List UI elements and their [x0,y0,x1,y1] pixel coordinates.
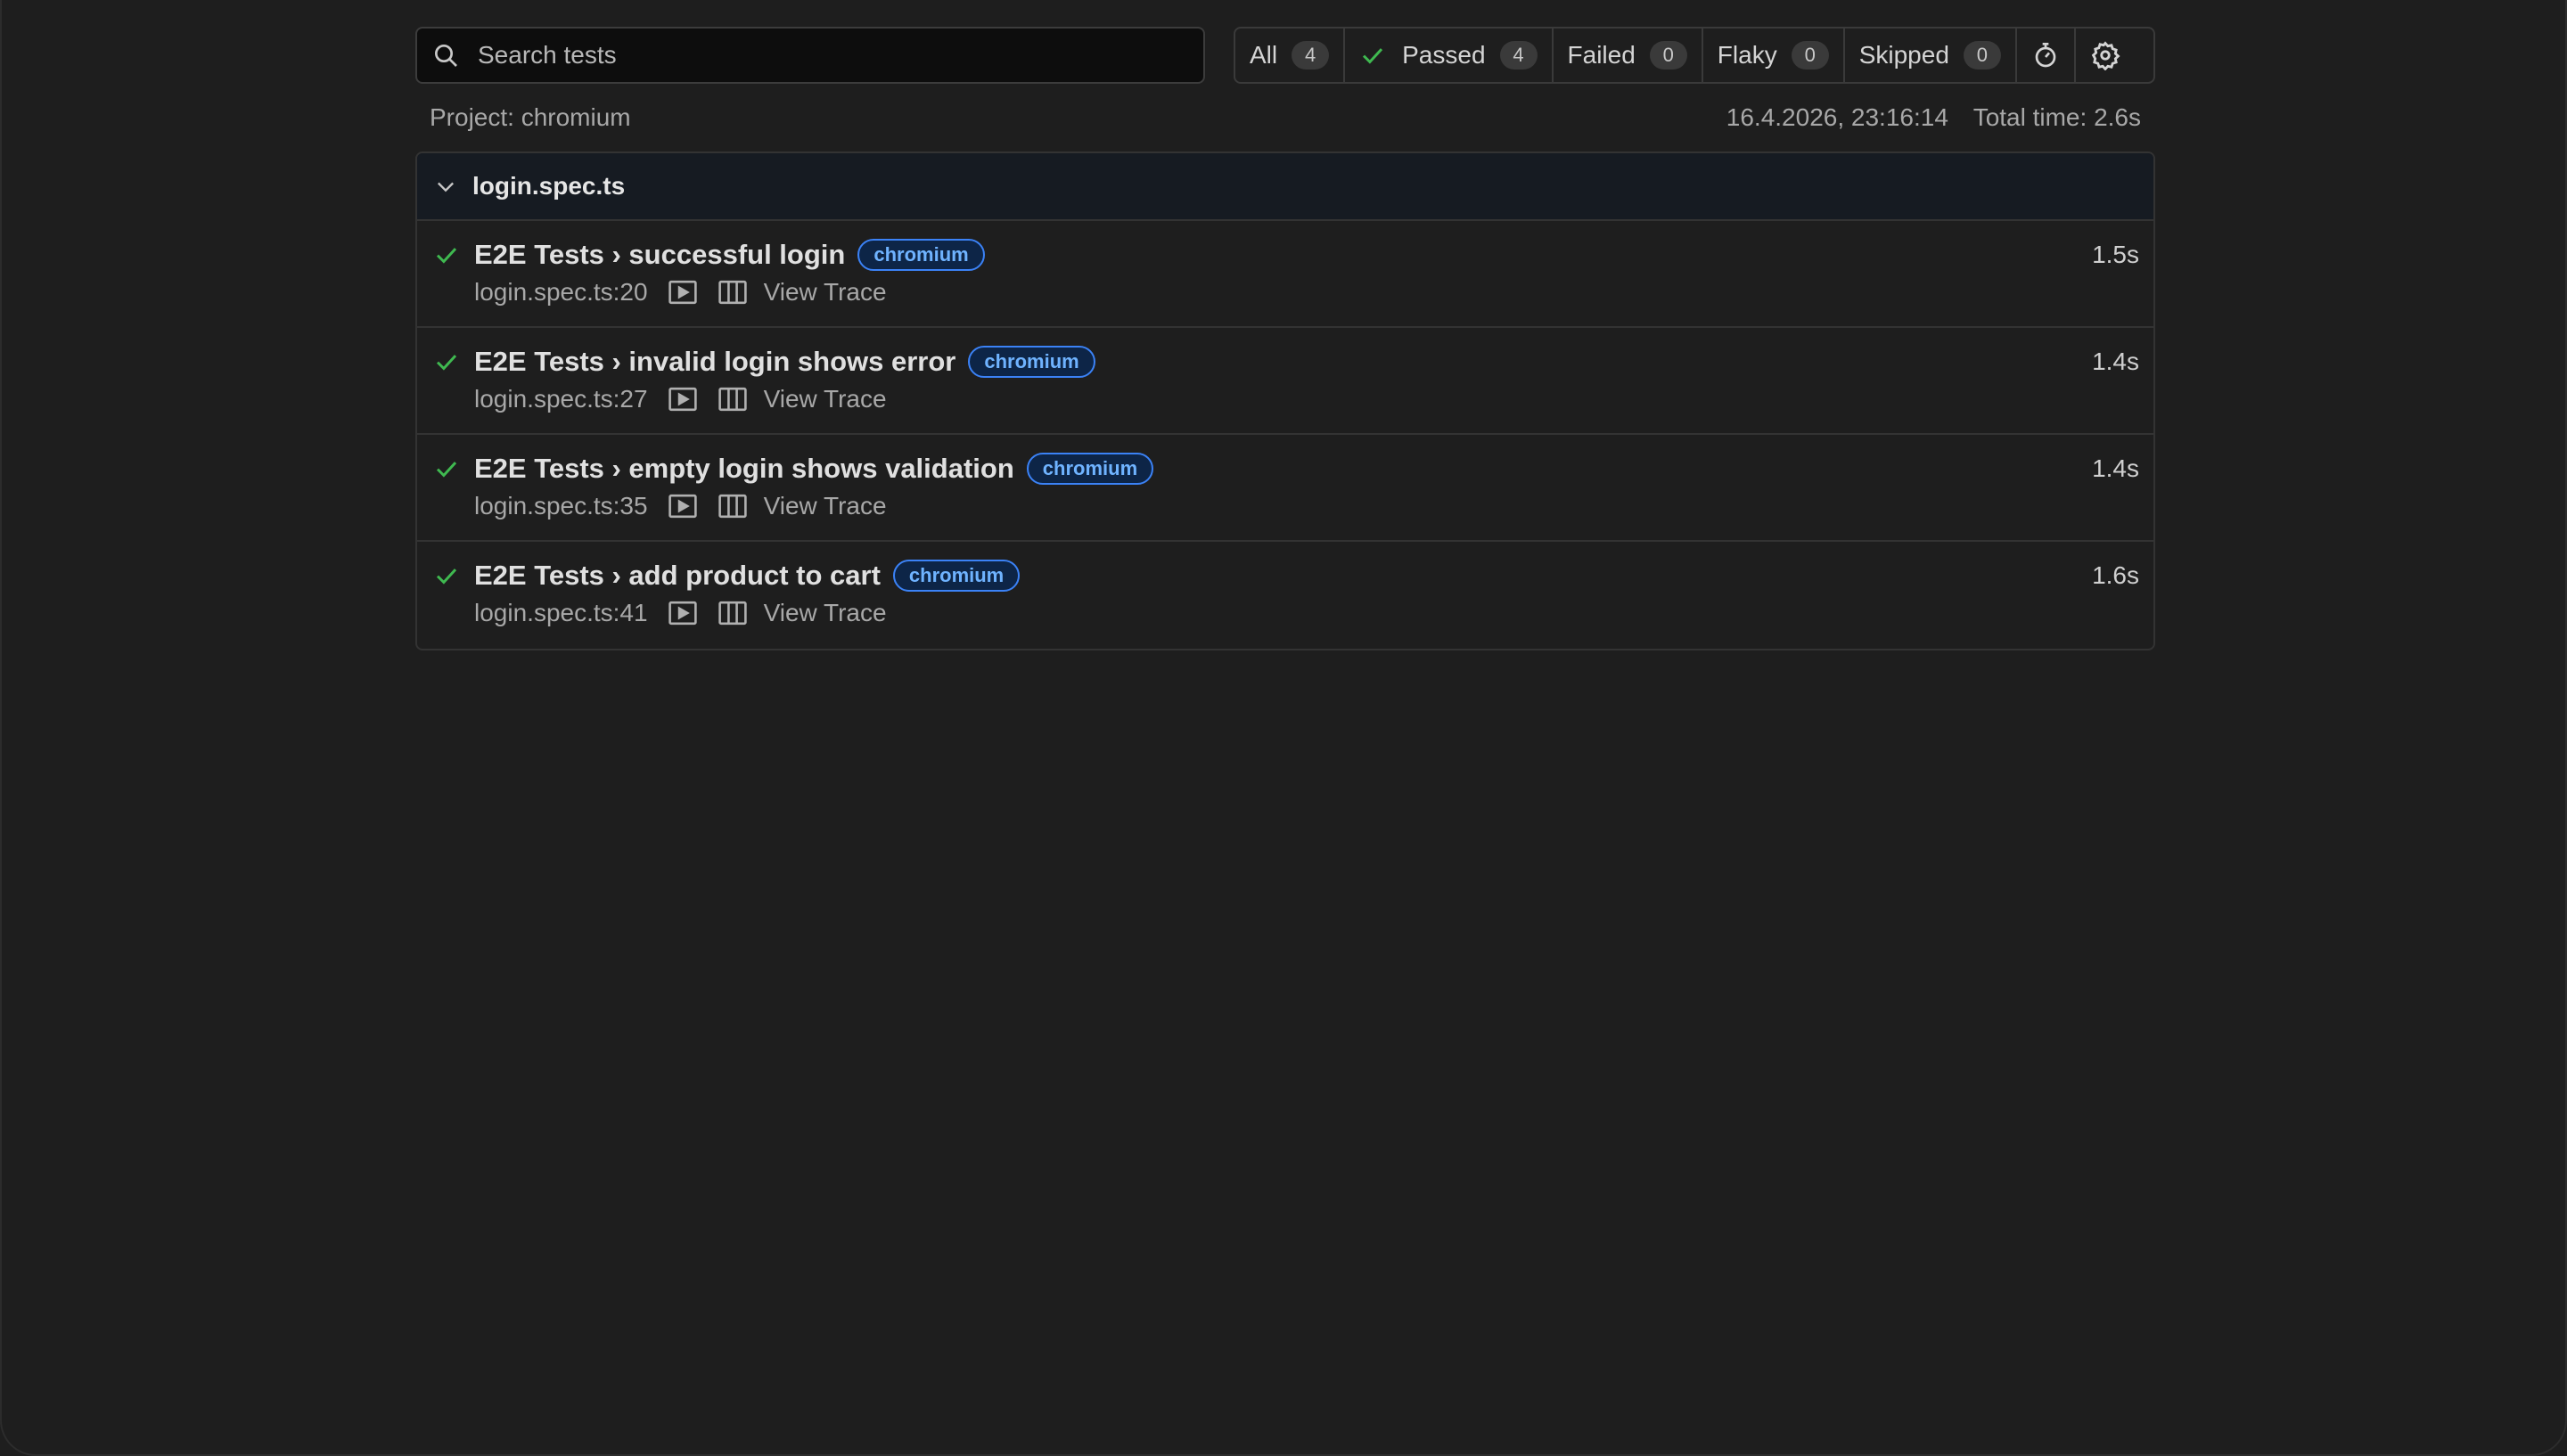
test-title[interactable]: E2E Tests › successful login [474,239,845,271]
chevron-down-icon [438,182,454,192]
test-row[interactable]: E2E Tests › invalid login shows error ch… [417,328,2153,435]
search-box[interactable] [415,27,1205,84]
test-location: login.spec.ts:35 [474,492,648,519]
check-icon [436,248,457,264]
settings-button[interactable] [2076,29,2135,82]
filter-flaky-count: 0 [1791,41,1829,70]
search-icon [435,45,457,67]
view-trace-link[interactable]: View Trace [764,599,887,627]
view-trace-link[interactable]: View Trace [764,385,887,413]
test-row[interactable]: E2E Tests › add product to cart chromium… [417,542,2153,649]
filter-flaky-label: Flaky [1717,41,1777,69]
test-duration: 1.4s [2092,454,2139,482]
test-duration: 1.6s [2092,561,2139,589]
check-icon [436,355,457,371]
filter-failed-label: Failed [1567,41,1636,69]
filter-passed-label: Passed [1402,41,1486,69]
test-duration: 1.5s [2092,241,2139,268]
test-row[interactable]: E2E Tests › empty login shows validation… [417,435,2153,542]
test-title[interactable]: E2E Tests › invalid login shows error [474,346,955,378]
filter-flaky[interactable]: Flaky 0 [1703,29,1845,82]
filter-skipped[interactable]: Skipped 0 [1845,29,2017,82]
check-icon [1363,48,1383,64]
stopwatch-icon [2035,43,2056,68]
filter-skipped-label: Skipped [1858,41,1949,69]
project-tag[interactable]: chromium [892,560,1021,592]
filter-all-count: 4 [1292,41,1330,70]
test-location: login.spec.ts:41 [474,599,648,626]
search-input[interactable] [478,41,1191,70]
video-icon[interactable] [668,386,698,413]
report-meta: Project: chromium 16.4.2026, 23:16:14 To… [415,103,2155,132]
video-icon[interactable] [668,600,698,626]
file-header[interactable]: login.spec.ts [417,153,2153,221]
app-frame: All 4 Passed 4 Failed 0 Flaky 0 Skipp [0,0,2567,1456]
filter-all-label: All [1250,41,1278,69]
run-info: 16.4.2026, 23:16:14 Total time: 2.6s [1726,103,2141,132]
top-bar: All 4 Passed 4 Failed 0 Flaky 0 Skipp [415,27,2155,84]
filter-all[interactable]: All 4 [1235,29,1346,82]
report-container: All 4 Passed 4 Failed 0 Flaky 0 Skipp [415,27,2155,650]
test-title[interactable]: E2E Tests › add product to cart [474,560,881,592]
test-duration: 1.4s [2092,348,2139,375]
view-trace-link[interactable]: View Trace [764,492,887,520]
file-group: login.spec.ts E2E Tests › successful log… [415,151,2155,650]
filter-passed[interactable]: Passed 4 [1345,29,1554,82]
project-name: Project: chromium [430,103,631,131]
trace-icon[interactable] [718,279,748,306]
project-tag[interactable]: chromium [857,239,985,271]
check-icon [436,462,457,478]
test-location: login.spec.ts:20 [474,278,648,306]
project-tag[interactable]: chromium [1026,453,1154,485]
video-icon[interactable] [668,279,698,306]
gear-icon [2091,41,2120,70]
trace-icon[interactable] [718,493,748,519]
run-datetime: 16.4.2026, 23:16:14 [1726,103,1948,131]
trace-icon[interactable] [718,600,748,626]
file-name: login.spec.ts [472,172,626,200]
status-filters: All 4 Passed 4 Failed 0 Flaky 0 Skipped … [1234,27,2155,84]
test-location: login.spec.ts:27 [474,385,648,413]
video-icon[interactable] [668,493,698,519]
total-time: Total time: 2.6s [1972,103,2141,131]
test-row[interactable]: E2E Tests › successful login chromium 1.… [417,221,2153,328]
check-icon [436,568,457,585]
filter-failed-count: 0 [1649,41,1687,70]
trace-icon[interactable] [718,386,748,413]
filter-failed[interactable]: Failed 0 [1554,29,1703,82]
test-title[interactable]: E2E Tests › empty login shows validation [474,453,1014,485]
project-tag[interactable]: chromium [968,346,1095,378]
filter-skipped-count: 0 [1963,41,2001,70]
filter-passed-count: 4 [1499,41,1538,70]
timer-button[interactable] [2017,29,2076,82]
view-trace-link[interactable]: View Trace [764,278,887,307]
